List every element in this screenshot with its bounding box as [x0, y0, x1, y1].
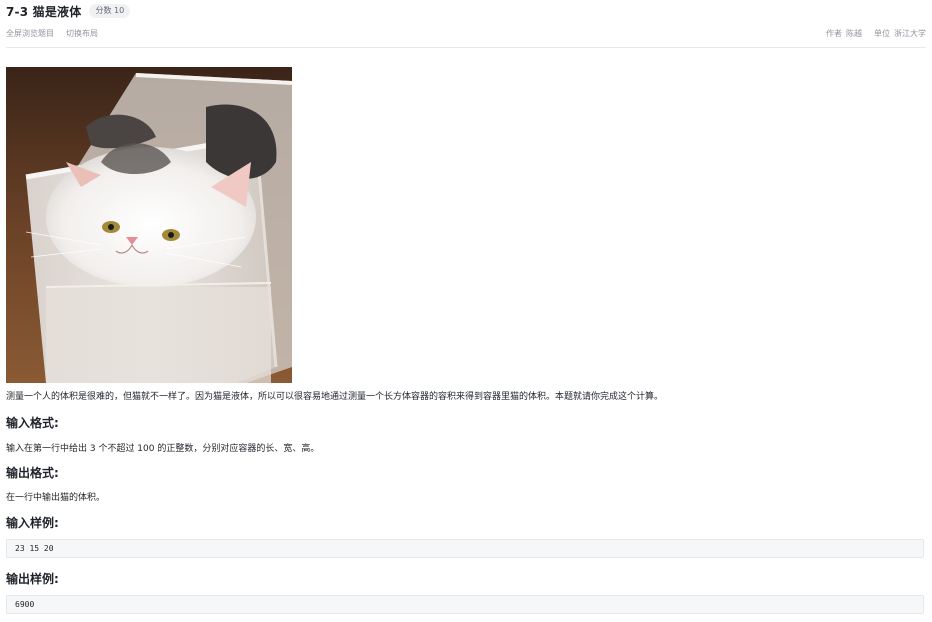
title-row: 7-3 猫是液体 分数 10	[6, 3, 131, 19]
output-sample-title: 输出样例:	[6, 572, 59, 586]
score-badge: 分数 10	[89, 4, 131, 18]
header-actions: 全屏浏览题目 切换布局	[6, 28, 110, 39]
output-format-title: 输出格式:	[6, 466, 59, 480]
input-format-text: 输入在第一行中给出 3 个不超过 100 的正整数，分别对应容器的长、宽、高。	[6, 444, 320, 454]
problem-meta: 作者 陈越 单位 浙江大学	[814, 28, 926, 39]
problem-header: 7-3 猫是液体 分数 10 全屏浏览题目 切换布局 作者 陈越 单位 浙江大学	[6, 0, 926, 48]
switch-layout-link[interactable]: 切换布局	[66, 28, 98, 39]
author-label: 作者	[826, 29, 842, 38]
fullscreen-link[interactable]: 全屏浏览题目	[6, 28, 54, 39]
author-meta: 作者 陈越	[826, 28, 862, 39]
input-sample-title: 输入样例:	[6, 516, 59, 530]
cat-in-box-image	[6, 67, 292, 383]
input-format-title: 输入格式:	[6, 416, 59, 430]
output-sample-code[interactable]: 6900	[6, 595, 924, 614]
problem-description: 测量一个人的体积是很难的，但猫就不一样了。因为猫是液体，所以可以很容易地通过测量…	[6, 392, 664, 402]
unit-label: 单位	[874, 29, 890, 38]
unit-meta: 单位 浙江大学	[874, 28, 926, 39]
problem-page: 7-3 猫是液体 分数 10 全屏浏览题目 切换布局 作者陈越 单位浙江大学	[0, 0, 932, 622]
problem-title: 7-3 猫是液体	[6, 4, 82, 19]
header-sub-row: 全屏浏览题目 切换布局 作者 陈越 单位 浙江大学	[6, 28, 926, 40]
input-sample-code[interactable]: 23 15 20	[6, 539, 924, 558]
unit-value: 浙江大学	[894, 29, 926, 38]
author-value: 陈越	[846, 29, 862, 38]
output-format-text: 在一行中输出猫的体积。	[6, 493, 106, 503]
